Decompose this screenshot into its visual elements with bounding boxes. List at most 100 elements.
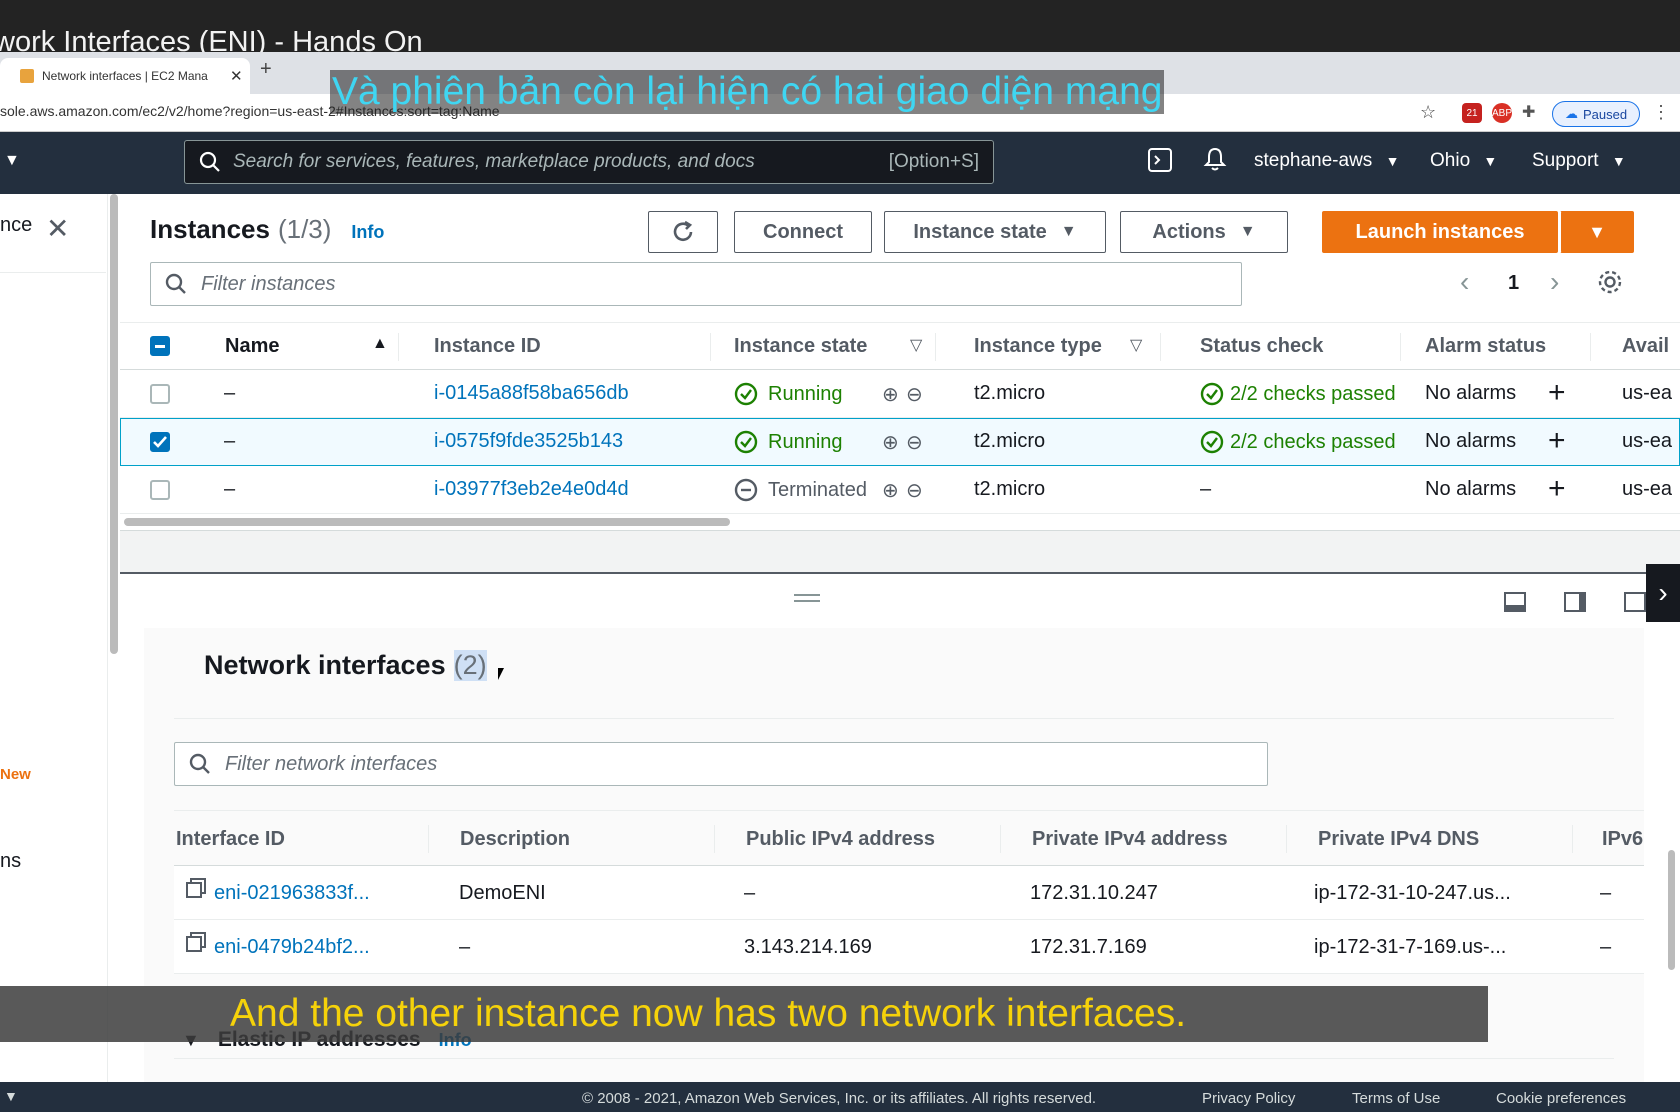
filter-instances-input[interactable]: Filter instances — [150, 262, 1242, 306]
instance-id-link[interactable]: i-0145a88f58ba656db — [434, 382, 629, 405]
col-status-check[interactable]: Status check — [1200, 335, 1323, 358]
zoom-out-icon[interactable]: ⊖ — [906, 430, 923, 455]
chevron-down-icon: ▼ — [1385, 153, 1400, 169]
col-name[interactable]: Name — [225, 335, 279, 358]
actions-button[interactable]: Actions ▼ — [1120, 211, 1288, 253]
eni-table-row[interactable]: eni-021963833f... DemoENI – 172.31.10.24… — [174, 866, 1644, 920]
mouse-cursor-icon — [498, 668, 504, 680]
tab-title: Network interfaces | EC2 Mana — [42, 69, 208, 83]
add-alarm-icon[interactable]: + — [1548, 424, 1566, 458]
col-instance-id[interactable]: Instance ID — [434, 335, 541, 358]
availability-zone: us-ea — [1622, 430, 1673, 452]
zoom-in-icon[interactable]: ⊕ — [882, 478, 899, 503]
adblock-icon[interactable]: ABP — [1492, 103, 1512, 123]
connect-button[interactable]: Connect — [734, 211, 872, 253]
next-page-icon[interactable]: › — [1550, 266, 1559, 298]
footer-privacy-link[interactable]: Privacy Policy — [1202, 1090, 1295, 1107]
extension-badge: 21 — [1466, 107, 1478, 119]
row-checkbox[interactable] — [150, 384, 170, 404]
select-all-checkbox[interactable] — [150, 336, 170, 356]
aws-favicon-icon — [20, 69, 34, 83]
col-divider — [714, 825, 715, 853]
instance-state-cell: Running — [734, 382, 843, 406]
table-row-selected[interactable]: – i-0575f9fde3525b143 Running ⊕ ⊖ t2.mic… — [120, 418, 1680, 466]
col-public-ipv4[interactable]: Public IPv4 address — [746, 828, 935, 851]
checkmark-icon — [153, 436, 167, 448]
settings-gear-icon[interactable] — [1596, 268, 1624, 301]
region-name: Ohio — [1430, 150, 1471, 171]
row-checkbox[interactable] — [150, 480, 170, 500]
zoom-out-icon[interactable]: ⊖ — [906, 382, 923, 407]
network-interfaces-header: Network interfaces (2) — [204, 650, 487, 681]
col-instance-state[interactable]: Instance state — [734, 335, 867, 358]
add-alarm-icon[interactable]: + — [1548, 472, 1566, 506]
interface-id-link[interactable]: eni-0479b24bf2... — [214, 936, 370, 959]
notifications-bell-icon[interactable] — [1203, 146, 1227, 177]
filter-triangle-icon[interactable]: ▽ — [1130, 335, 1142, 355]
instance-id-link[interactable]: i-0575f9fde3525b143 — [434, 430, 623, 453]
col-private-ipv4[interactable]: Private IPv4 address — [1032, 828, 1228, 851]
panel-side-icon[interactable] — [1564, 592, 1586, 612]
services-caret-icon[interactable]: ▼ — [4, 152, 20, 170]
account-menu[interactable]: stephane-aws ▼ — [1254, 150, 1399, 172]
copy-icon[interactable] — [186, 936, 202, 952]
close-icon[interactable]: ✕ — [46, 212, 69, 245]
tab-close-icon[interactable]: ✕ — [230, 67, 243, 85]
browser-menu-icon[interactable]: ⋮ — [1652, 102, 1670, 123]
interface-id-link[interactable]: eni-021963833f... — [214, 882, 370, 905]
cloudshell-icon[interactable] — [1148, 148, 1172, 177]
panel-float-icon[interactable] — [1624, 592, 1646, 612]
add-alarm-icon[interactable]: + — [1548, 376, 1566, 410]
side-nav-item[interactable]: ns — [0, 850, 21, 873]
col-availability-zone[interactable]: Avail — [1622, 335, 1669, 358]
footer-terms-link[interactable]: Terms of Use — [1352, 1090, 1440, 1107]
region-menu[interactable]: Ohio ▼ — [1430, 150, 1497, 172]
extensions-puzzle-icon[interactable]: ✚ — [1522, 102, 1535, 122]
eni-table-row[interactable]: eni-0479b24bf2... – 3.143.214.169 172.31… — [174, 920, 1644, 974]
zoom-in-icon[interactable]: ⊕ — [882, 430, 899, 455]
instance-id-link[interactable]: i-03977f3eb2e4e0d4d — [434, 478, 629, 501]
alarm-status: No alarms — [1425, 382, 1517, 404]
instance-state-button[interactable]: Instance state ▼ — [884, 211, 1106, 253]
footer-caret-icon[interactable]: ▼ — [4, 1088, 18, 1104]
profile-paused-button[interactable]: ☁ Paused — [1552, 101, 1640, 127]
refresh-button[interactable] — [648, 211, 718, 253]
row-checkbox-checked[interactable] — [150, 432, 170, 452]
account-name: stephane-aws — [1254, 150, 1373, 171]
table-horizontal-scrollbar[interactable] — [124, 518, 730, 526]
launch-instances-button[interactable]: Launch instances — [1322, 211, 1558, 253]
bookmark-star-icon[interactable]: ☆ — [1420, 102, 1436, 123]
eni-table-header: Interface ID Description Public IPv4 add… — [174, 810, 1644, 866]
copy-icon[interactable] — [186, 882, 202, 898]
page-number[interactable]: 1 — [1508, 272, 1519, 295]
table-row[interactable]: – i-0145a88f58ba656db Running ⊕ ⊖ t2.mic… — [120, 370, 1680, 418]
filter-network-interfaces-input[interactable]: Filter network interfaces — [174, 742, 1268, 786]
col-alarm-status[interactable]: Alarm status — [1425, 335, 1546, 358]
browser-tab[interactable]: Network interfaces | EC2 Mana ✕ — [0, 58, 250, 94]
drag-handle-icon[interactable] — [794, 594, 820, 602]
zoom-in-icon[interactable]: ⊕ — [882, 382, 899, 407]
instance-state-cell: Terminated — [734, 478, 867, 502]
new-tab-icon[interactable]: + — [260, 58, 272, 81]
panel-bottom-icon[interactable] — [1504, 592, 1526, 612]
col-description[interactable]: Description — [460, 828, 570, 851]
global-search-input[interactable]: Search for services, features, marketpla… — [184, 140, 994, 184]
col-ipv6[interactable]: IPv6 — [1602, 828, 1643, 851]
prev-page-icon[interactable]: ‹ — [1460, 266, 1469, 298]
info-link[interactable]: Info — [351, 222, 384, 243]
col-private-dns[interactable]: Private IPv4 DNS — [1318, 828, 1479, 851]
launch-dropdown-button[interactable]: ▼ — [1560, 211, 1634, 253]
support-menu[interactable]: Support ▼ — [1532, 150, 1626, 172]
footer-cookie-link[interactable]: Cookie preferences — [1496, 1090, 1626, 1107]
filter-triangle-icon[interactable]: ▽ — [910, 335, 922, 355]
zoom-out-icon[interactable]: ⊖ — [906, 478, 923, 503]
extension-calendar-icon[interactable]: 21 — [1462, 103, 1482, 123]
side-nav-scrollbar[interactable] — [110, 194, 118, 654]
search-icon — [199, 151, 220, 172]
col-interface-id[interactable]: Interface ID — [176, 828, 285, 851]
sort-asc-icon[interactable]: ▲ — [372, 335, 388, 353]
table-row[interactable]: – i-03977f3eb2e4e0d4d Terminated ⊕ ⊖ t2.… — [120, 466, 1680, 514]
expand-panel-chevron-icon[interactable]: › — [1646, 564, 1680, 622]
col-instance-type[interactable]: Instance type — [974, 335, 1102, 358]
detail-scrollbar[interactable] — [1668, 850, 1675, 970]
